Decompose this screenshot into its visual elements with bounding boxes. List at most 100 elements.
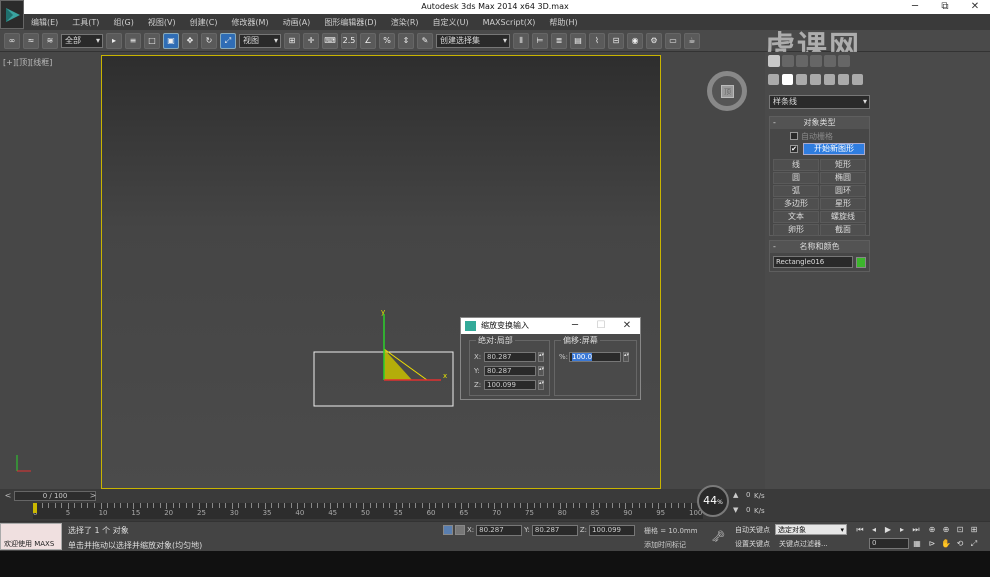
key-selection-dropdown[interactable]: 选定对象 — [775, 524, 847, 535]
shape-category-dropdown[interactable]: 样条线 — [769, 95, 870, 109]
render-setup-icon[interactable]: ⚙ — [646, 32, 662, 49]
name-color-header[interactable]: 名称和颜色 — [770, 241, 869, 253]
viewport-label[interactable]: [+][顶][线框] — [3, 57, 52, 68]
helpers-icon[interactable] — [824, 74, 835, 85]
status-y-field[interactable]: 80.287 — [531, 524, 578, 536]
schematic-view-icon[interactable]: ⊟ — [608, 32, 624, 49]
time-slider[interactable]: 0 / 100 — [14, 491, 96, 501]
prev-key-icon[interactable]: ◂ — [869, 525, 879, 535]
object-type-header[interactable]: 对象类型 — [770, 117, 869, 129]
unlink-icon[interactable]: ≈ — [23, 32, 39, 49]
dialog-close-button[interactable]: ✕ — [614, 318, 640, 334]
select-object-icon[interactable]: ▸ — [106, 32, 122, 49]
maxscript-listener[interactable]: 欢迎使用 MAXS — [0, 523, 62, 550]
shapes-icon[interactable] — [782, 74, 793, 85]
object-color-swatch[interactable] — [856, 256, 866, 268]
minimize-button[interactable]: ─ — [900, 0, 930, 14]
absolute-mode-icon[interactable] — [455, 525, 465, 535]
selection-filter-dropdown[interactable]: 全部 — [61, 33, 103, 48]
prev-frame-arrow[interactable]: < — [3, 491, 13, 501]
rendered-frame-icon[interactable]: ▭ — [665, 32, 681, 49]
render-production-icon[interactable]: ☕ — [684, 32, 700, 49]
start-new-shape-checkbox[interactable]: ✔ — [790, 145, 798, 153]
zoom-all-icon[interactable]: ⊕ — [941, 525, 951, 535]
selection-lock-icon[interactable] — [443, 525, 453, 535]
menu-help[interactable]: 帮助(H) — [542, 17, 584, 28]
edit-named-sets-icon[interactable]: ✎ — [417, 32, 433, 49]
named-selection-dropdown[interactable]: 创建选择集 — [436, 33, 510, 48]
status-x-field[interactable]: 80.287 — [476, 524, 523, 536]
menu-edit[interactable]: 编辑(E) — [24, 17, 65, 28]
abs-x-input[interactable]: 80.287 — [484, 351, 536, 362]
select-by-name-icon[interactable]: ≡ — [125, 32, 141, 49]
utilities-tab-icon[interactable] — [838, 55, 850, 67]
next-key-icon[interactable]: ▸ — [897, 525, 907, 535]
select-scale-icon[interactable]: ⤢ — [220, 32, 236, 49]
play-icon[interactable]: ▶ — [883, 525, 893, 535]
goto-start-icon[interactable]: ⏮ — [855, 525, 865, 535]
graphite-ribbon-icon[interactable]: ▤ — [570, 32, 586, 49]
menu-rendering[interactable]: 渲染(R) — [384, 17, 426, 28]
create-tab-icon[interactable] — [768, 55, 780, 67]
mirror-icon[interactable]: ⫴ — [513, 32, 529, 49]
menu-customize[interactable]: 自定义(U) — [426, 17, 476, 28]
material-editor-icon[interactable]: ◉ — [627, 32, 643, 49]
select-move-icon[interactable]: ✥ — [182, 32, 198, 49]
maximize-viewport-icon[interactable]: ⊞ — [969, 525, 979, 535]
zoom-extents-icon[interactable]: ⊡ — [955, 525, 965, 535]
select-manipulate-icon[interactable]: ✛ — [303, 32, 319, 49]
donut-button[interactable]: 圆环 — [820, 185, 866, 197]
abs-z-input[interactable]: 100.099 — [484, 379, 536, 390]
section-button[interactable]: 截面 — [820, 224, 866, 236]
menu-modifiers[interactable]: 修改器(M) — [224, 17, 275, 28]
modify-tab-icon[interactable] — [782, 55, 794, 67]
hierarchy-tab-icon[interactable] — [796, 55, 808, 67]
ngon-button[interactable]: 多边形 — [773, 198, 819, 210]
menu-maxscript[interactable]: MAXScript(X) — [476, 18, 543, 27]
viewcube[interactable]: 顶 — [707, 71, 747, 111]
dialog-maximize-button[interactable]: ☐ — [588, 318, 614, 334]
menu-create[interactable]: 创建(C) — [183, 17, 225, 28]
next-frame-arrow[interactable]: > — [88, 491, 98, 501]
status-z-field[interactable]: 100.099 — [589, 524, 636, 536]
orbit-icon[interactable]: ⟲ — [955, 539, 965, 549]
angle-snap-icon[interactable]: ∠ — [360, 32, 376, 49]
space-warps-icon[interactable] — [838, 74, 849, 85]
align-icon[interactable]: ⊨ — [532, 32, 548, 49]
abs-y-input[interactable]: 80.287 — [484, 365, 536, 376]
maximize-button[interactable]: ⧉ — [930, 0, 960, 14]
abs-x-spinner[interactable]: ▴▾ — [538, 351, 544, 362]
viewcube-face[interactable]: 顶 — [721, 85, 734, 98]
snaps-toggle-icon[interactable]: 2.5 — [341, 32, 357, 49]
cameras-icon[interactable] — [810, 74, 821, 85]
curve-editor-icon[interactable]: ⌇ — [589, 32, 605, 49]
menu-views[interactable]: 视图(V) — [141, 17, 183, 28]
time-config-icon[interactable]: ▦ — [912, 539, 922, 549]
egg-button[interactable]: 卵形 — [773, 224, 819, 236]
pivot-center-icon[interactable]: ⊞ — [284, 32, 300, 49]
abs-y-spinner[interactable]: ▴▾ — [538, 365, 544, 376]
geometry-icon[interactable] — [768, 74, 779, 85]
percent-snap-icon[interactable]: % — [379, 32, 395, 49]
reference-coord-dropdown[interactable]: 视图 — [239, 33, 281, 48]
app-menu-button[interactable] — [0, 0, 24, 29]
arc-button[interactable]: 弧 — [773, 185, 819, 197]
window-crossing-icon[interactable]: ▣ — [163, 32, 179, 49]
link-icon[interactable]: ∞ — [4, 32, 20, 49]
object-name-field[interactable]: Rectangle016 — [773, 256, 854, 268]
motion-tab-icon[interactable] — [810, 55, 822, 67]
dialog-minimize-button[interactable]: ─ — [562, 318, 588, 334]
menu-animation[interactable]: 动画(A) — [276, 17, 318, 28]
rectangle-button[interactable]: 矩形 — [820, 159, 866, 171]
time-cursor[interactable] — [33, 503, 37, 513]
start-new-shape-button[interactable]: 开始新图形 — [803, 143, 865, 155]
field-of-view-icon[interactable]: ⊳ — [927, 539, 937, 549]
ellipse-button[interactable]: 椭圆 — [820, 172, 866, 184]
circle-button[interactable]: 圆 — [773, 172, 819, 184]
zoom-icon[interactable]: ⊕ — [927, 525, 937, 535]
key-icon[interactable]: 🗝 — [711, 530, 725, 543]
lights-icon[interactable] — [796, 74, 807, 85]
menu-graph-editors[interactable]: 图形编辑器(D) — [317, 17, 383, 28]
set-key-button[interactable]: 设置关键点 — [735, 539, 770, 549]
menu-tools[interactable]: 工具(T) — [65, 17, 106, 28]
